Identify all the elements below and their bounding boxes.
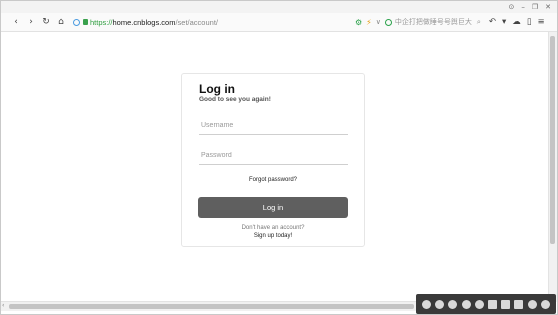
- search-box[interactable]: 中企打把做睡号号舆巨大 ⌕: [384, 16, 481, 28]
- page-title: Log in: [199, 82, 235, 96]
- menu-icon[interactable]: ⊙: [508, 3, 514, 11]
- tray-button-icon[interactable]: [422, 299, 432, 309]
- login-subtitle: Good to see you again!: [199, 96, 271, 103]
- signup-link[interactable]: Sign up today!: [182, 233, 364, 239]
- floating-toolbar: [416, 294, 556, 314]
- back-icon[interactable]: ‹: [9, 17, 23, 27]
- tray-button-icon[interactable]: [435, 299, 445, 309]
- no-account-text: Don't have an account?: [241, 225, 305, 231]
- page-content: Log in Good to see you again! Forgot pas…: [1, 32, 549, 302]
- address-bar[interactable]: https:// home.cnblogs.com /set/account/: [73, 16, 355, 28]
- tray-button-icon[interactable]: [448, 299, 458, 309]
- login-button[interactable]: Log in: [198, 197, 348, 218]
- url-protocol: https://: [90, 17, 113, 27]
- site-info-icon[interactable]: [73, 18, 80, 26]
- undo-icon[interactable]: ↶: [489, 17, 496, 27]
- reload-icon[interactable]: ↻: [39, 17, 53, 27]
- browser-window: ⊙ – ❐ ✕ ‹ › ↻ ⌂ https:// home.cnblogs.co…: [0, 0, 558, 315]
- url-host: home.cnblogs.com: [112, 17, 176, 27]
- minimize-icon[interactable]: –: [521, 3, 525, 11]
- home-icon[interactable]: ⌂: [54, 17, 68, 27]
- tray-button-icon[interactable]: [461, 299, 471, 309]
- lightning-icon[interactable]: ⚡: [366, 18, 372, 27]
- search-placeholder: 中企打把做睡号号舆巨大: [394, 19, 472, 26]
- tray-button-icon[interactable]: [514, 299, 524, 309]
- password-input[interactable]: [199, 147, 352, 164]
- browser-toolbar: ‹ › ↻ ⌂ https:// home.cnblogs.com /set/a…: [1, 13, 557, 32]
- maximize-icon[interactable]: ❐: [532, 3, 538, 11]
- forward-icon[interactable]: ›: [24, 17, 38, 27]
- scroll-left-icon[interactable]: ‹: [2, 302, 4, 309]
- horizontal-scroll-thumb[interactable]: [9, 304, 414, 309]
- sidebar-icon[interactable]: ▯: [527, 17, 532, 27]
- dropdown-icon[interactable]: ▾: [502, 17, 506, 27]
- username-field-wrapper: [199, 114, 352, 135]
- vertical-scroll-thumb[interactable]: [550, 36, 555, 244]
- tray-button-icon[interactable]: [527, 299, 537, 309]
- login-card: Log in Good to see you again! Forgot pas…: [181, 73, 365, 247]
- tray-button-icon[interactable]: [540, 299, 550, 309]
- menu-hamburger-icon[interactable]: ≡: [538, 17, 545, 27]
- chevron-down-icon[interactable]: ∨: [376, 18, 381, 26]
- extension-icons: ⚙ ⚡ ∨: [355, 18, 381, 27]
- cloud-icon[interactable]: ☁: [512, 17, 521, 27]
- username-input[interactable]: [199, 117, 352, 134]
- password-field-wrapper: [199, 144, 352, 165]
- lock-icon: [83, 19, 88, 25]
- tray-button-icon[interactable]: [488, 299, 498, 309]
- title-bar: ⊙ – ❐ ✕: [1, 1, 557, 13]
- url-path: /set/account/: [175, 17, 218, 27]
- tray-button-icon[interactable]: [501, 299, 511, 309]
- vertical-scrollbar[interactable]: [548, 32, 557, 302]
- search-icon[interactable]: ⌕: [477, 17, 481, 27]
- forgot-password-link[interactable]: Forgot password?: [182, 177, 364, 183]
- toolbar-icons: ↶ ▾ ☁ ▯ ≡: [489, 17, 545, 27]
- tray-button-icon[interactable]: [474, 299, 484, 309]
- search-engine-icon[interactable]: [384, 18, 392, 26]
- extension-gear-icon[interactable]: ⚙: [355, 18, 362, 27]
- close-icon[interactable]: ✕: [545, 3, 551, 11]
